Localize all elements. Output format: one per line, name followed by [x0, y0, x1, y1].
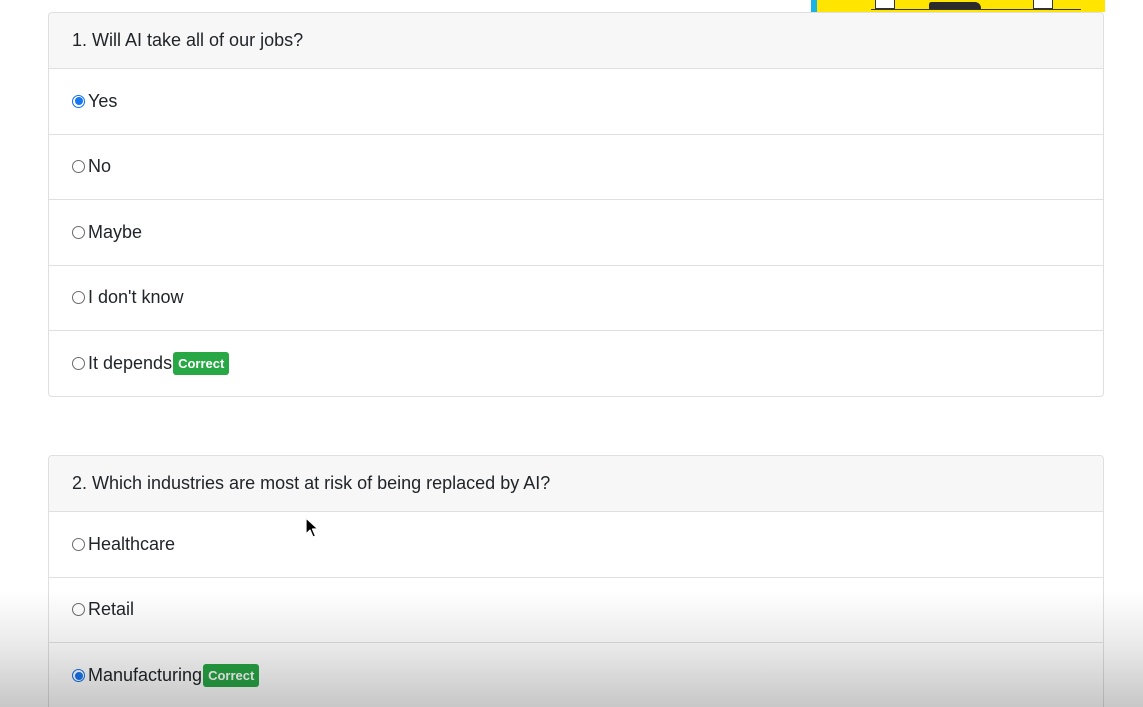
question-title: 1. Will AI take all of our jobs? — [49, 13, 1103, 69]
question-card-2: 2. Which industries are most at risk of … — [48, 455, 1104, 707]
answer-option[interactable]: It depends Correct — [49, 331, 1103, 396]
answer-option[interactable]: Healthcare — [49, 512, 1103, 578]
radio-button[interactable] — [72, 160, 85, 174]
mouse-cursor-icon — [305, 517, 319, 538]
answer-label: It depends — [88, 353, 173, 374]
correct-badge: Correct — [203, 664, 260, 688]
radio-button[interactable] — [72, 603, 85, 617]
answer-label: Maybe — [88, 221, 143, 242]
radio-button[interactable] — [72, 357, 85, 371]
answer-option[interactable]: Yes — [49, 69, 1103, 135]
answer-label: Yes — [88, 90, 118, 111]
answer-label: Healthcare — [88, 533, 176, 554]
banner-ground-line — [871, 9, 1081, 10]
answer-option[interactable]: Retail — [49, 578, 1103, 643]
radio-button[interactable] — [72, 537, 85, 551]
question-title: 2. Which industries are most at risk of … — [49, 456, 1103, 512]
answer-label: I don't know — [88, 287, 184, 308]
radio-button[interactable] — [72, 225, 85, 239]
banner-house — [875, 0, 895, 9]
correct-badge: Correct — [173, 352, 230, 376]
radio-button-selected[interactable] — [72, 94, 85, 108]
answer-option[interactable]: I don't know — [49, 266, 1103, 331]
quiz-page: 1. Will AI take all of our jobs? Yes No … — [0, 0, 1143, 707]
answer-option[interactable]: No — [49, 135, 1103, 200]
banner-image — [811, 0, 1105, 12]
banner-stripe — [811, 0, 817, 12]
radio-button[interactable] — [72, 291, 85, 305]
banner-house — [1033, 0, 1053, 9]
answer-label: Manufacturing — [88, 665, 203, 686]
answer-option[interactable]: Manufacturing Correct — [49, 643, 1103, 707]
radio-button-selected[interactable] — [72, 669, 85, 683]
answer-label: Retail — [88, 599, 135, 620]
answer-label: No — [88, 156, 112, 177]
question-card-1: 1. Will AI take all of our jobs? Yes No … — [48, 12, 1104, 397]
answer-option[interactable]: Maybe — [49, 200, 1103, 266]
